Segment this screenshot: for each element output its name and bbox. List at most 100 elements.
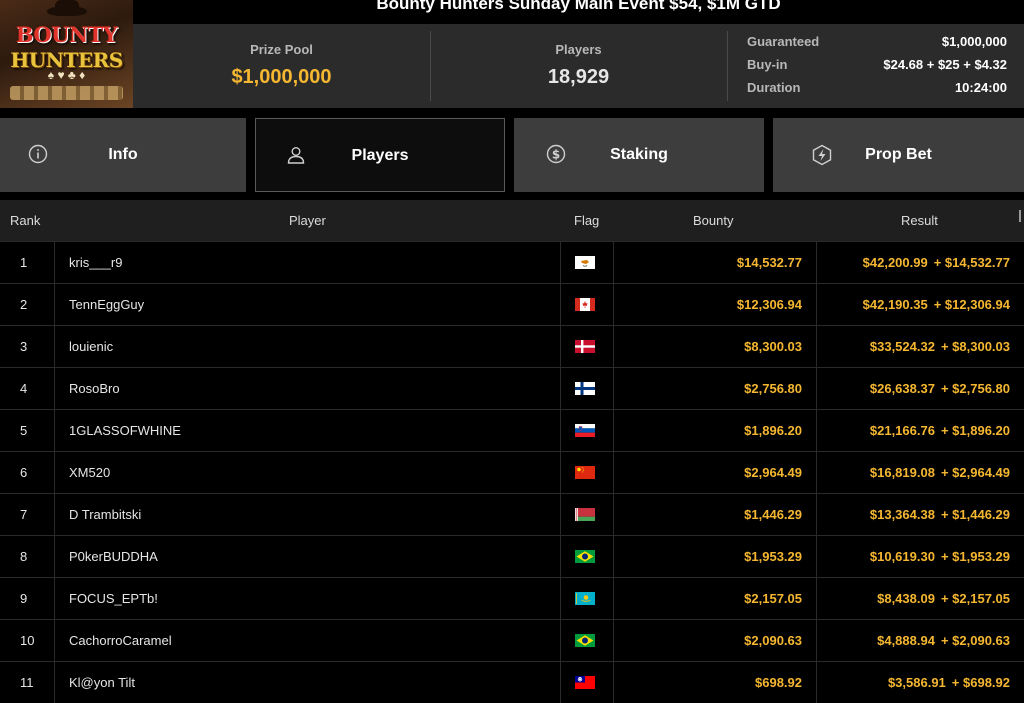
players-table: Rank Player Flag Bounty Result 1 kris___r… — [0, 200, 1024, 703]
card-suits-icon: ♠ ♥ ♣ ♦ — [47, 68, 86, 82]
result-bounty: + $2,157.05 — [940, 591, 1010, 606]
header-rank[interactable]: Rank — [10, 213, 40, 228]
tournament-title: Bounty Hunters Sunday Main Event $54, $1… — [376, 0, 781, 13]
prize-pool-stat: Prize Pool $1,000,000 — [133, 24, 430, 108]
flag-cell — [560, 410, 614, 451]
player-name[interactable]: FOCUS_EPTb! — [54, 578, 560, 619]
scrollbar[interactable] — [1019, 210, 1021, 222]
header-result[interactable]: Result — [901, 213, 938, 228]
flag-cell — [560, 368, 614, 409]
prize-pool-value: $1,000,000 — [231, 66, 332, 88]
bounty-cell: $698.92 — [612, 662, 817, 703]
result-cell: $10,619.30 + $1,953.29 — [817, 536, 1024, 577]
tab-label: Prop Bet — [865, 146, 932, 163]
detail-key: Duration — [747, 80, 801, 95]
result-cell: $4,888.94 + $2,090.63 — [817, 620, 1024, 661]
bounty-cell: $2,964.49 — [612, 452, 817, 493]
tab-players[interactable]: Players — [255, 118, 505, 192]
rank-cell: 8 — [20, 549, 28, 564]
detail-key: Guaranteed — [747, 34, 820, 49]
belarus-flag — [575, 508, 595, 521]
result-bounty: + $698.92 — [951, 675, 1010, 690]
result-cell: $3,586.91 + $698.92 — [817, 662, 1024, 703]
table-row[interactable]: 2 TennEggGuy $12,306.94 $42,190.35 + $12,306… — [0, 283, 1024, 325]
header-player[interactable]: Player — [289, 213, 326, 228]
result-bounty: + $2,090.63 — [940, 633, 1010, 648]
rank-cell: 5 — [20, 423, 28, 438]
table-row[interactable]: 3 louienic $8,300.03 $33,524.32 + $8,300.03 — [0, 325, 1024, 367]
player-name[interactable]: P0kerBUDDHA — [54, 536, 560, 577]
tab-label: Staking — [610, 146, 668, 163]
tab-bar: Info Players $ Staking Prop Bet — [0, 118, 1024, 192]
detail-duration: Duration 10:24:00 — [747, 80, 1007, 103]
result-cell: $26,638.37 + $2,756.80 — [817, 368, 1024, 409]
result-cell: $8,438.09 + $2,157.05 — [817, 578, 1024, 619]
table-row[interactable]: 8 P0kerBUDDHA $1,953.29 $10,619.30 + $1,953.… — [0, 535, 1024, 577]
player-name[interactable]: Kl@yon Tilt — [54, 662, 560, 703]
table-header: Rank Player Flag Bounty Result — [0, 200, 1024, 241]
result-bounty: + $1,953.29 — [940, 549, 1010, 564]
result-amount: $3,586.91 — [887, 675, 946, 690]
rank-cell: 11 — [20, 675, 34, 690]
china-flag — [575, 466, 595, 479]
bounty-cell: $12,306.94 — [612, 284, 817, 325]
detail-value: $24.68 + $25 + $4.32 — [883, 57, 1007, 72]
detail-guaranteed: Guaranteed $1,000,000 — [747, 34, 1007, 57]
flag-cell — [560, 662, 614, 703]
player-name[interactable]: kris___r9 — [54, 242, 560, 283]
result-amount: $26,638.37 — [869, 381, 935, 396]
player-name[interactable]: D Trambitski — [54, 494, 560, 535]
table-row[interactable]: 9 FOCUS_EPTb! $2,157.05 $8,438.09 + $2,157.0… — [0, 577, 1024, 619]
flag-cell — [560, 452, 614, 493]
cowboy-hat-brim — [47, 6, 87, 16]
player-name[interactable]: louienic — [54, 326, 560, 367]
prize-pool-label: Prize Pool — [250, 42, 313, 57]
result-bounty: + $2,756.80 — [940, 381, 1010, 396]
tab-prop-bet[interactable]: Prop Bet — [773, 118, 1024, 192]
player-name[interactable]: RosoBro — [54, 368, 560, 409]
bounty-cell: $1,446.29 — [612, 494, 817, 535]
detail-value: $1,000,000 — [941, 34, 1007, 49]
bounty-cell: $2,756.80 — [612, 368, 817, 409]
flag-cell — [560, 578, 614, 619]
table-row[interactable]: 11 Kl@yon Tilt $698.92 $3,586.91 + $698.92 — [0, 661, 1024, 703]
detail-value: 10:24:00 — [954, 80, 1007, 95]
tab-label: Players — [351, 147, 409, 164]
cyprus-flag — [575, 256, 595, 269]
result-amount: $10,619.30 — [869, 549, 935, 564]
player-name[interactable]: 1GLASSOFWHINE — [54, 410, 560, 451]
result-cell: $42,200.99 + $14,532.77 — [817, 242, 1024, 283]
player-name[interactable]: CachorroCaramel — [54, 620, 560, 661]
result-amount: $42,190.35 — [862, 297, 928, 312]
table-row[interactable]: 4 RosoBro $2,756.80 $26,638.37 + $2,756.80 — [0, 367, 1024, 409]
rank-cell: 2 — [20, 297, 28, 312]
player-name[interactable]: XM520 — [54, 452, 560, 493]
result-bounty: + $14,532.77 — [933, 255, 1010, 270]
brazil-flag — [575, 550, 595, 563]
result-cell: $42,190.35 + $12,306.94 — [817, 284, 1024, 325]
players-label: Players — [555, 42, 602, 57]
flag-cell — [560, 620, 614, 661]
tournament-stats-panel: Prize Pool $1,000,000 Players 18,929 Gua… — [133, 24, 1024, 108]
table-row[interactable]: 10 CachorroCaramel $2,090.63 $4,888.94 + $2,… — [0, 619, 1024, 661]
header-flag[interactable]: Flag — [574, 213, 599, 228]
bounty-cell: $14,532.77 — [612, 242, 817, 283]
header-bounty[interactable]: Bounty — [693, 213, 733, 228]
result-cell: $16,819.08 + $2,964.49 — [817, 452, 1024, 493]
players-stat: Players 18,929 — [430, 24, 727, 108]
rank-cell: 7 — [20, 507, 28, 522]
result-cell: $13,364.38 + $1,446.29 — [817, 494, 1024, 535]
table-row[interactable]: 7 D Trambitski $1,446.29 $13,364.38 + $1,446… — [0, 493, 1024, 535]
table-row[interactable]: 1 kris___r9 $14,532.77 $42,200.99 + $14,532.… — [0, 241, 1024, 283]
tab-staking[interactable]: $ Staking — [514, 118, 764, 192]
player-name[interactable]: TennEggGuy — [54, 284, 560, 325]
tab-info[interactable]: Info — [0, 118, 246, 192]
bounty-cell: $1,896.20 — [612, 410, 817, 451]
rank-cell: 9 — [20, 591, 28, 606]
table-row[interactable]: 6 XM520 $2,964.49 $16,819.08 + $2,964.49 — [0, 451, 1024, 493]
table-row[interactable]: 5 1GLASSOFWHINE $1,896.20 $21,166.76 + $1,89… — [0, 409, 1024, 451]
logo-word-bounty: BOUNTY — [15, 22, 118, 47]
result-amount: $21,166.76 — [869, 423, 935, 438]
flag-cell — [560, 326, 614, 367]
table-body: 1 kris___r9 $14,532.77 $42,200.99 + $14,532.… — [0, 241, 1024, 703]
